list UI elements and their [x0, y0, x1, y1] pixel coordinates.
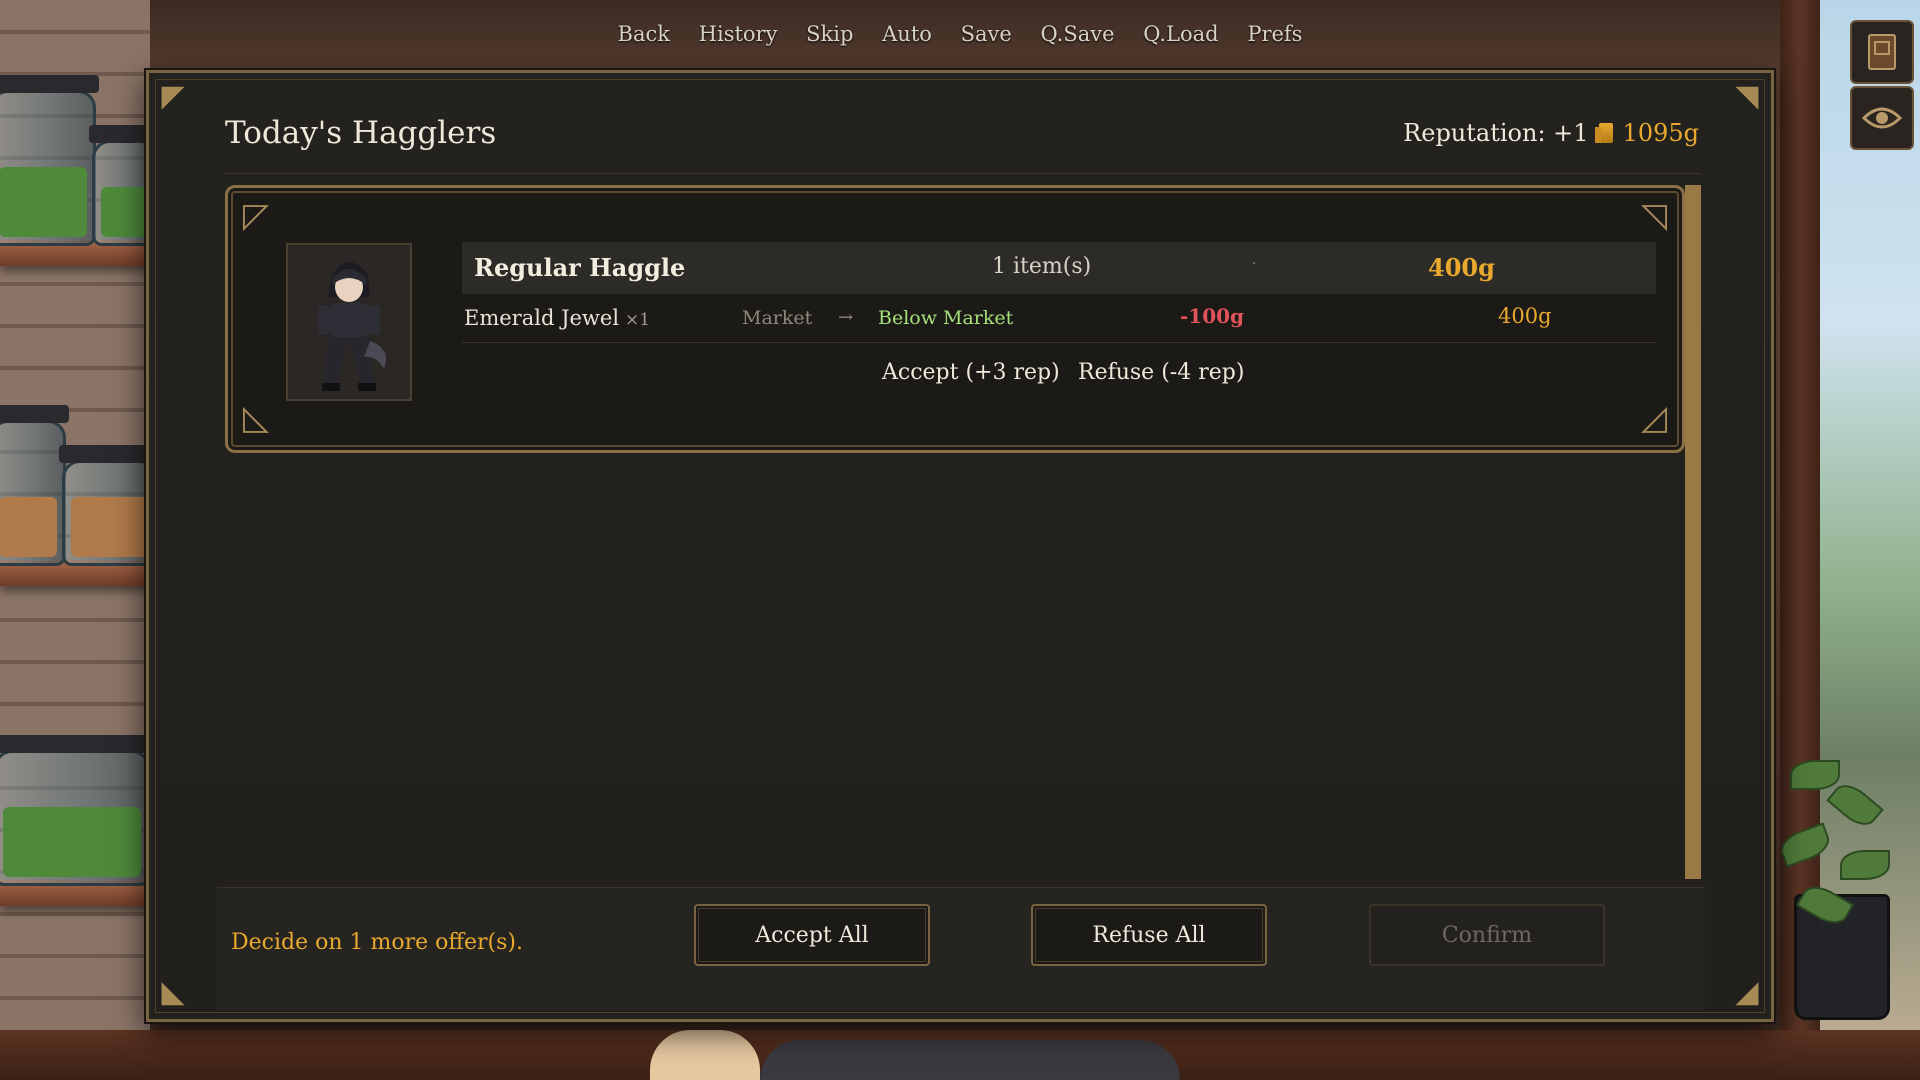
refuse-all-button[interactable]: Refuse All — [1031, 904, 1267, 966]
item-price-status: Below Market — [878, 307, 1014, 329]
panel-title: Today's Hagglers — [225, 115, 497, 151]
gold-coin-icon — [1594, 123, 1613, 143]
quick-menu-qload[interactable]: Q.Load — [1143, 22, 1218, 46]
character-hand — [650, 1030, 760, 1080]
offer-header: Regular Haggle 1 item(s) · 400g — [462, 242, 1656, 294]
scrollbar-thumb[interactable] — [1685, 185, 1701, 879]
reputation-label: Reputation: +1 — [1403, 119, 1589, 147]
status-bar: Reputation: +1 1095g — [1403, 119, 1699, 147]
quick-menu: Back History Skip Auto Save Q.Save Q.Loa… — [0, 22, 1920, 46]
remaining-offers-message: Decide on 1 more offer(s). — [231, 930, 524, 955]
offer-item-count: 1 item(s) — [992, 254, 1092, 279]
character-body — [760, 1040, 1180, 1080]
card-corner-ornament: ◸ — [242, 402, 270, 442]
jar — [0, 405, 69, 566]
offer-type: Regular Haggle — [474, 253, 686, 282]
jar — [0, 75, 99, 246]
offers-list: ◸ ◸ ◸ ◸ Regular Haggle 1 item(s) · 400g … — [225, 185, 1705, 879]
corner-ornament: ◤ — [161, 79, 185, 114]
offer-item-row: Emerald Jewel ×1 Market → Below Market -1… — [462, 298, 1656, 343]
customer-portrait — [286, 243, 412, 401]
card-corner-ornament: ◸ — [242, 196, 270, 236]
offer-total: 400g — [1428, 253, 1495, 282]
corner-ornament: ◤ — [161, 978, 185, 1013]
item-market-label: Market — [742, 307, 813, 329]
offer-separator: · — [1252, 256, 1257, 272]
offers-scrollbar[interactable] — [1685, 185, 1701, 879]
quick-menu-save[interactable]: Save — [961, 22, 1012, 46]
offer-card: ◸ ◸ ◸ ◸ Regular Haggle 1 item(s) · 400g … — [225, 185, 1685, 453]
corner-ornament: ◤ — [1735, 79, 1759, 114]
jar — [0, 735, 153, 886]
eye-icon — [1862, 107, 1902, 129]
offer-actions: Accept (+3 rep) Refuse (-4 rep) — [462, 354, 1656, 394]
card-corner-ornament: ◸ — [1640, 196, 1668, 236]
hagglers-panel: ◤ ◤ ◤ ◤ Today's Hagglers Reputation: +1 … — [146, 70, 1774, 1022]
accept-all-button[interactable]: Accept All — [694, 904, 930, 966]
quick-menu-back[interactable]: Back — [618, 22, 670, 46]
refuse-offer-button[interactable]: Refuse (-4 rep) — [1078, 360, 1244, 385]
hide-ui-button[interactable] — [1850, 86, 1914, 150]
quick-menu-skip[interactable]: Skip — [806, 22, 853, 46]
item-name-wrap: Emerald Jewel ×1 — [464, 306, 650, 330]
quick-menu-auto[interactable]: Auto — [882, 22, 932, 46]
quick-menu-history[interactable]: History — [699, 22, 778, 46]
arrow-right-icon: → — [838, 307, 854, 328]
card-corner-ornament: ◸ — [1640, 402, 1668, 442]
panel-footer: Decide on 1 more offer(s). Accept All Re… — [217, 887, 1705, 1010]
confirm-button[interactable]: Confirm — [1369, 904, 1605, 966]
quick-menu-prefs[interactable]: Prefs — [1247, 22, 1302, 46]
item-quantity: ×1 — [625, 310, 651, 330]
jar — [59, 445, 161, 566]
item-price: 400g — [1498, 304, 1552, 328]
item-name: Emerald Jewel — [464, 306, 620, 330]
plant — [1776, 740, 1900, 1040]
corner-ornament: ◤ — [1735, 978, 1759, 1013]
quick-menu-qsave[interactable]: Q.Save — [1040, 22, 1114, 46]
accept-offer-button[interactable]: Accept (+3 rep) — [882, 360, 1060, 385]
header-divider — [225, 173, 1701, 174]
item-price-difference: -100g — [1180, 304, 1245, 328]
gold-amount: 1095g — [1622, 119, 1699, 147]
